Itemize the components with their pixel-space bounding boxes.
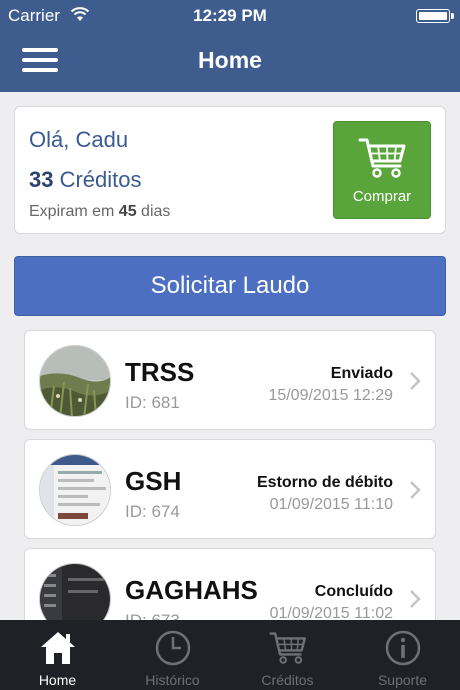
buy-credits-button[interactable]: Comprar (333, 121, 431, 219)
chevron-right-icon (410, 372, 421, 390)
greeting-text: Olá, Cadu (29, 127, 129, 152)
account-credits-card: Olá, Cadu 33 Créditos Expiram em 45 dias… (14, 106, 446, 234)
cart-icon (269, 632, 306, 664)
credits-expiration: Expiram em 45 dias (29, 203, 171, 220)
tab-label: Histórico (145, 672, 200, 688)
status-bar: Carrier 12:29 PM (0, 0, 460, 30)
credits-label: Créditos (53, 167, 142, 192)
page-title: Home (198, 47, 262, 73)
tab-suporte[interactable]: Suporte (345, 620, 460, 690)
tab-creditos[interactable]: Créditos (230, 620, 345, 690)
top-navigation-bar: Carrier 12:29 PM Home (0, 0, 460, 92)
clock-icon (155, 630, 191, 666)
chevron-right-icon (410, 590, 421, 608)
request-report-button[interactable]: Solicitar Laudo (14, 256, 446, 316)
buy-button-label: Comprar (352, 188, 412, 205)
cart-icon (358, 138, 406, 178)
report-status: Concluído (314, 583, 393, 600)
tab-label: Home (38, 672, 77, 688)
credits-count: 33 (29, 167, 54, 192)
report-name: GSH (125, 466, 182, 496)
chevron-right-icon (410, 481, 421, 499)
tab-label: Suporte (377, 672, 428, 688)
report-thumbnail (39, 454, 111, 526)
battery-icon (416, 9, 454, 23)
report-item[interactable]: TRSS ID: 681 Enviado 15/09/2015 12:29 (24, 330, 436, 430)
report-name: TRSS (125, 357, 195, 387)
report-name: GAGHAHS (125, 575, 258, 605)
info-icon (385, 630, 421, 666)
report-id: ID: 674 (125, 502, 180, 521)
house-icon (41, 632, 75, 664)
report-date: 15/09/2015 12:29 (268, 387, 393, 404)
report-status: Estorno de débito (257, 474, 393, 491)
clock-time: 12:29 PM (193, 6, 267, 25)
report-item[interactable]: GSH ID: 674 Estorno de débito 01/09/2015… (24, 439, 436, 539)
bottom-tab-bar: Home Histórico Créditos Suporte (0, 620, 460, 690)
tab-historico[interactable]: Histórico (115, 620, 230, 690)
tab-label: Créditos (261, 672, 314, 688)
report-id: ID: 681 (125, 393, 180, 412)
tab-home[interactable]: Home (0, 620, 115, 690)
report-status: Enviado (330, 365, 393, 382)
report-thumbnail (39, 345, 111, 417)
report-date: 01/09/2015 11:10 (269, 496, 393, 513)
expire-days: 45 (118, 203, 137, 220)
credits-balance: 33 Créditos (29, 167, 142, 193)
